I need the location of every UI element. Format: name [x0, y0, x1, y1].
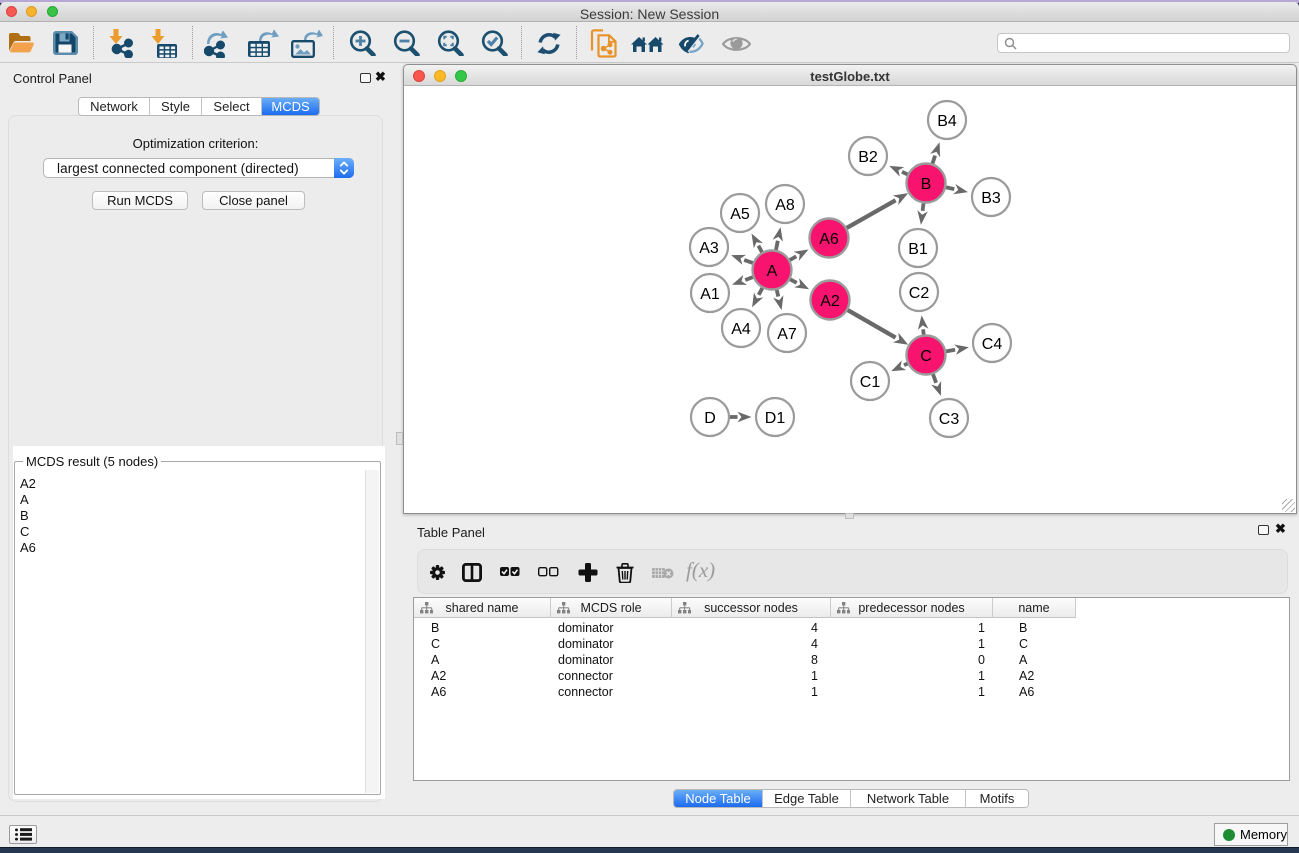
- svg-text:A2: A2: [820, 293, 840, 310]
- svg-text:A3: A3: [699, 240, 719, 257]
- svg-text:A5: A5: [730, 206, 750, 223]
- svg-text:C3: C3: [939, 411, 960, 428]
- svg-text:C1: C1: [860, 374, 881, 391]
- svg-text:A8: A8: [775, 197, 795, 214]
- svg-text:B2: B2: [858, 149, 878, 166]
- svg-text:A1: A1: [700, 286, 720, 303]
- svg-text:A4: A4: [731, 321, 751, 338]
- svg-text:B3: B3: [981, 190, 1001, 207]
- svg-text:A6: A6: [819, 231, 839, 248]
- svg-text:C2: C2: [909, 285, 930, 302]
- svg-text:B1: B1: [908, 241, 928, 258]
- svg-text:D: D: [704, 410, 716, 427]
- svg-text:D1: D1: [765, 410, 786, 427]
- svg-text:C: C: [920, 348, 932, 365]
- svg-text:B: B: [921, 176, 932, 193]
- svg-text:A: A: [767, 263, 778, 280]
- svg-text:B4: B4: [937, 113, 957, 130]
- svg-text:A7: A7: [777, 326, 797, 343]
- svg-text:C4: C4: [982, 336, 1003, 353]
